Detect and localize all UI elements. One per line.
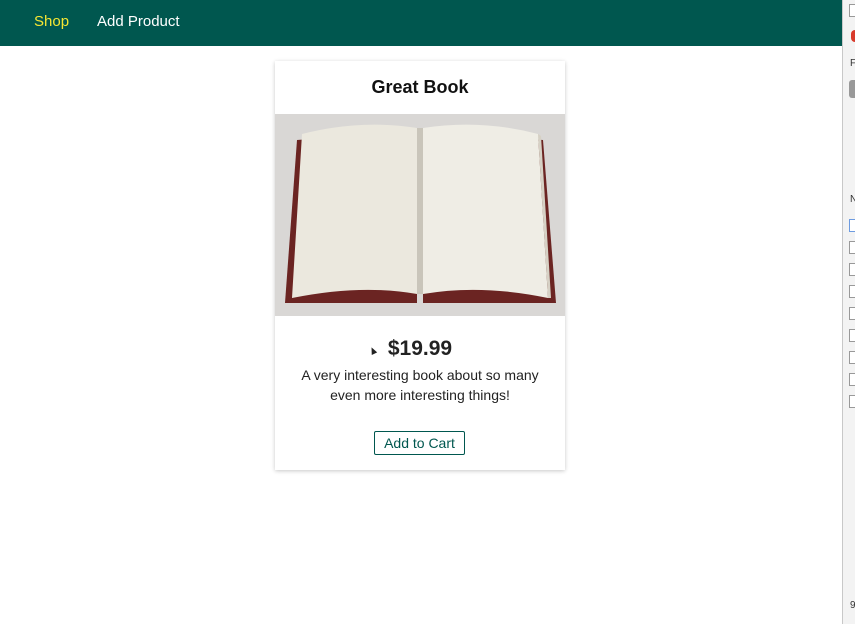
devtools-checkbox[interactable] <box>849 4 855 17</box>
devtools-toggle-icon[interactable] <box>849 80 855 98</box>
product-price: $19.99 <box>387 337 453 360</box>
product-card: Great Book $19.99 A very interesting boo… <box>275 61 565 470</box>
devtools-panel-fragment: F N 9 <box>842 0 855 624</box>
product-description: A very interesting book about so many ev… <box>301 367 539 403</box>
devtools-row[interactable] <box>849 373 855 386</box>
devtools-row[interactable] <box>849 329 855 342</box>
nav-item-shop[interactable]: Shop <box>34 13 69 30</box>
devtools-row[interactable] <box>849 395 855 408</box>
open-book-icon <box>275 114 565 316</box>
devtools-row[interactable] <box>849 351 855 364</box>
devtools-status-count: 9 <box>850 600 855 611</box>
devtools-label-n: N <box>850 194 855 205</box>
product-image <box>275 114 565 316</box>
devtools-row[interactable] <box>849 285 855 298</box>
product-title: Great Book <box>371 77 469 97</box>
record-icon[interactable] <box>851 30 855 42</box>
devtools-row[interactable] <box>849 241 855 254</box>
devtools-row[interactable] <box>849 263 855 276</box>
devtools-row[interactable] <box>849 307 855 320</box>
top-navigation-bar: Shop Add Product <box>0 0 842 46</box>
nav-item-add-product[interactable]: Add Product <box>97 13 180 30</box>
add-to-cart-button[interactable]: Add to Cart <box>374 431 465 455</box>
devtools-label-f: F <box>850 58 855 69</box>
devtools-row[interactable] <box>849 219 855 232</box>
shop-app: Shop Add Product Great Book $19.99 A ver… <box>0 0 842 624</box>
